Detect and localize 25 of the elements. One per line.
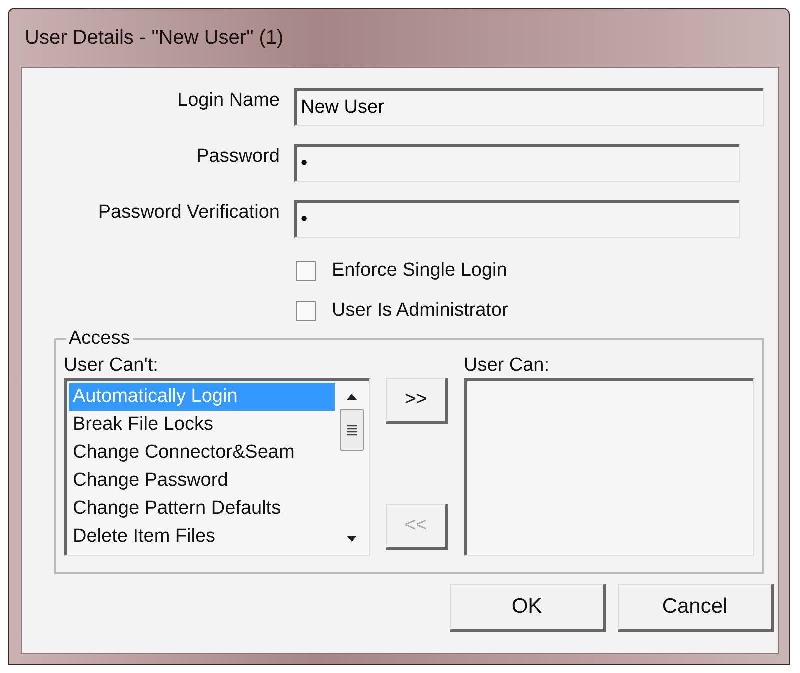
ok-button[interactable]: OK (450, 584, 606, 632)
window-title: User Details - "New User" (1) (24, 26, 284, 50)
checkbox-label: Enforce Single Login (332, 260, 508, 282)
cancel-button[interactable]: Cancel (618, 584, 774, 632)
checkbox[interactable] (296, 261, 316, 281)
text-field[interactable]: New User (294, 88, 764, 126)
list-label: User Can't: (64, 354, 160, 378)
checkbox-label: User Is Administrator (332, 300, 508, 322)
scroll-down-icon[interactable] (346, 535, 358, 543)
list-item[interactable]: Change Password (69, 467, 335, 495)
checkbox[interactable] (296, 301, 316, 321)
list-item[interactable]: Change Connector&Seam (69, 439, 335, 467)
list-item[interactable]: Break File Locks (69, 411, 335, 439)
list-item[interactable]: Change Pattern Defaults (69, 495, 335, 523)
move-button[interactable]: >> (386, 378, 448, 424)
list-label: User Can: (464, 354, 551, 378)
field-label: Password (196, 145, 281, 168)
field-label: Password Verification (97, 201, 281, 224)
text-field[interactable]: • (294, 144, 740, 182)
list-item[interactable]: Delete Item Files (69, 523, 335, 551)
scroll-up-icon[interactable] (346, 393, 358, 401)
text-field[interactable]: • (294, 200, 740, 238)
scroll-thumb[interactable] (340, 409, 364, 451)
field-label: Login Name (176, 89, 281, 112)
grip-icon (346, 424, 358, 436)
